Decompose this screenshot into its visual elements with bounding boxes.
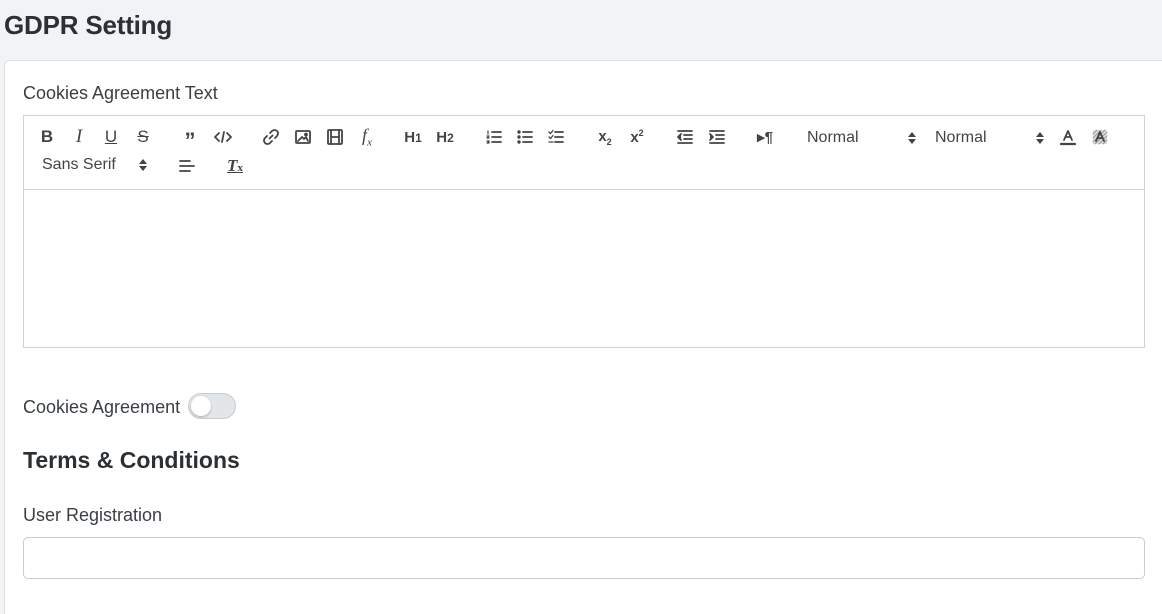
superscript-icon[interactable]: x2 <box>626 126 648 148</box>
user-registration-input[interactable] <box>23 537 1145 579</box>
cookies-agreement-label: Cookies Agreement <box>23 397 181 417</box>
link-icon[interactable] <box>260 126 282 148</box>
outdent-icon[interactable] <box>674 126 696 148</box>
picker-arrows-icon <box>139 159 147 171</box>
text-direction-icon[interactable]: ▸¶ <box>754 126 776 148</box>
check-list-icon[interactable] <box>545 126 567 148</box>
page-title: GDPR Setting <box>4 10 173 40</box>
blockquote-icon[interactable]: ” <box>179 126 201 153</box>
picker-arrows-icon <box>908 132 916 144</box>
align-icon[interactable] <box>176 155 198 177</box>
terms-title: Terms & Conditions <box>23 447 240 473</box>
size-picker[interactable]: Normal <box>807 127 917 149</box>
bold-icon[interactable]: B <box>36 126 58 148</box>
picker-arrows-icon <box>1036 132 1044 144</box>
clear-format-icon[interactable]: Tx <box>224 155 246 177</box>
rich-text-editor: B I U S ” fx H1 H2 x2 x2 ▸¶ Normal Norma… <box>23 115 1145 348</box>
background-color-icon[interactable] <box>1089 126 1111 148</box>
strikethrough-icon[interactable]: S <box>132 126 154 148</box>
toggle-knob <box>191 396 211 416</box>
header-picker[interactable]: Normal <box>935 127 1045 149</box>
bullet-list-icon[interactable] <box>514 126 536 148</box>
font-picker[interactable]: Sans Serif <box>42 154 148 176</box>
user-registration-label: User Registration <box>23 505 163 525</box>
video-icon[interactable] <box>324 126 346 148</box>
gdpr-settings-card: Cookies Agreement Text B I U S ” fx H1 H… <box>4 60 1162 614</box>
underline-icon[interactable]: U <box>100 126 122 148</box>
ordered-list-icon[interactable] <box>483 126 505 148</box>
subscript-icon[interactable]: x2 <box>594 126 616 148</box>
editor-content-area[interactable] <box>24 190 1144 348</box>
font-color-icon[interactable] <box>1057 126 1079 148</box>
formula-icon[interactable]: fx <box>356 125 378 149</box>
editor-toolbar: B I U S ” fx H1 H2 x2 x2 ▸¶ Normal Norma… <box>24 116 1144 190</box>
image-icon[interactable] <box>292 126 314 148</box>
code-block-icon[interactable] <box>212 126 234 148</box>
indent-icon[interactable] <box>706 126 728 148</box>
header-1-icon[interactable]: H1 <box>402 126 424 148</box>
font-picker-value: Sans Serif <box>42 156 116 173</box>
size-picker-value: Normal <box>807 129 859 146</box>
header-picker-value: Normal <box>935 129 987 146</box>
header-2-icon[interactable]: H2 <box>434 126 456 148</box>
cookies-text-label: Cookies Agreement Text <box>23 83 218 103</box>
cookies-agreement-toggle[interactable] <box>188 393 236 419</box>
italic-icon[interactable]: I <box>68 126 90 148</box>
